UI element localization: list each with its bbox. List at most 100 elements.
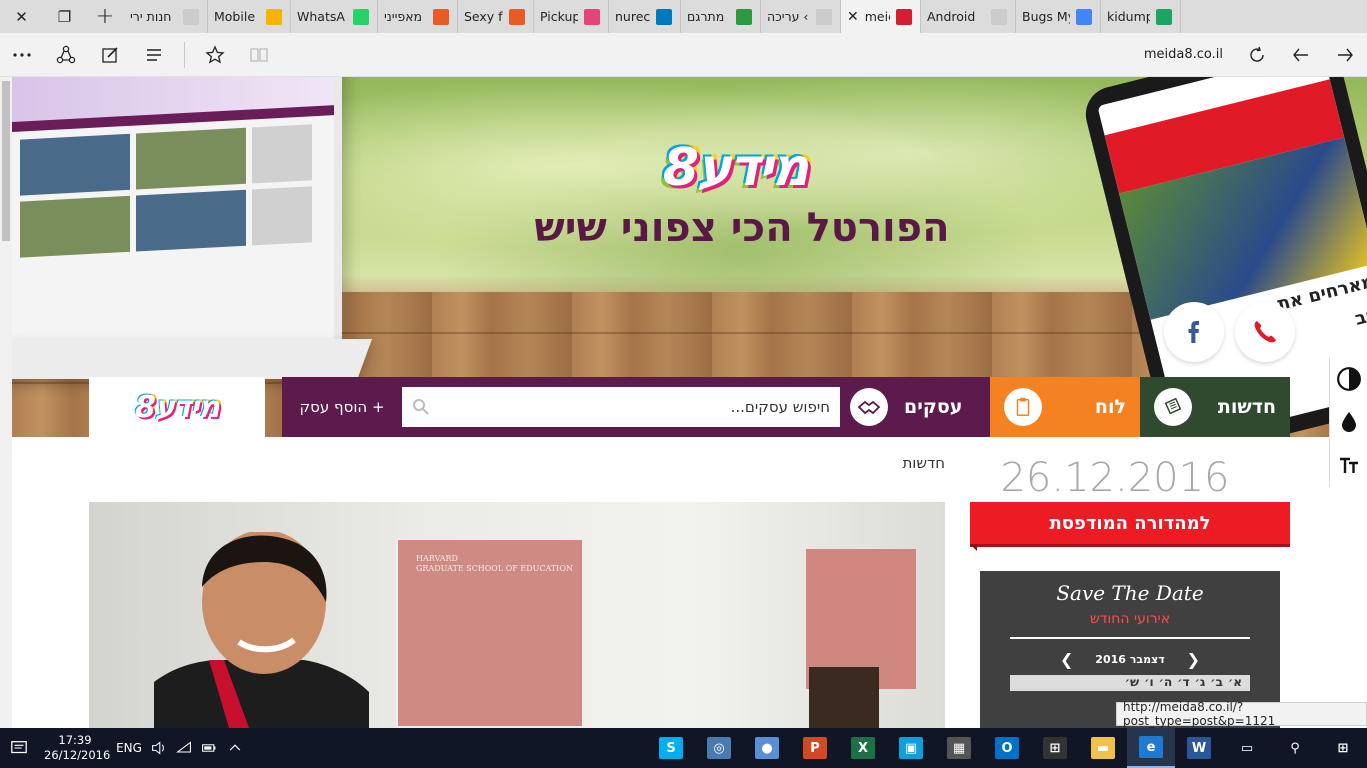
person-photo (154, 532, 369, 728)
chrome-remote-glyph: ● (755, 737, 779, 759)
tab-favicon-icon (353, 8, 369, 25)
input-language[interactable]: ENG (112, 728, 146, 768)
search-icon[interactable]: ⚲ (1271, 728, 1319, 768)
excel-glyph: X (851, 737, 875, 759)
excel-icon[interactable]: X (839, 728, 887, 768)
photos-icon[interactable]: ◎ (695, 728, 743, 768)
start-icon[interactable]: ⊞ (1319, 728, 1367, 768)
clipboard-icon (1004, 388, 1042, 426)
prev-month-icon[interactable]: ❮ (1060, 650, 1073, 669)
browser-tab[interactable]: עריכה ‹ (761, 0, 841, 33)
nav-logo[interactable]: מידע8 (89, 377, 265, 437)
add-business-button[interactable]: + הוסף עסק (292, 398, 392, 416)
word-icon[interactable]: W (1175, 728, 1223, 768)
reading-view-icon[interactable] (237, 33, 281, 77)
calendar-month-label: דצמבר 2016 (1095, 652, 1165, 666)
favorite-star-icon[interactable] (193, 33, 237, 77)
clock-time: 17:39 (58, 733, 92, 747)
notifications-icon[interactable] (0, 728, 38, 768)
nav-news[interactable]: חדשות (1140, 377, 1290, 437)
address-bar[interactable]: meida8.co.il (281, 40, 1235, 70)
tab-favicon-icon (509, 8, 525, 25)
skype-icon[interactable]: S (647, 728, 695, 768)
more-icon[interactable] (0, 33, 44, 77)
tab-title: meic (864, 9, 890, 24)
task-view-glyph: ▭ (1235, 737, 1259, 759)
search-icon[interactable] (412, 398, 430, 416)
facebook-icon[interactable] (1164, 302, 1224, 362)
task-view-icon[interactable]: ▭ (1223, 728, 1271, 768)
browser-tab[interactable]: ✕ meic (841, 0, 921, 33)
weekday-label: ב׳ (1210, 675, 1223, 689)
refresh-icon[interactable] (1235, 33, 1279, 77)
calculator-icon[interactable]: ▦ (935, 728, 983, 768)
browser-tab[interactable]: מתרגם (681, 0, 761, 33)
tab-favicon-icon (584, 8, 600, 25)
powerpoint-icon[interactable]: P (791, 728, 839, 768)
app-blue-icon[interactable]: ▣ (887, 728, 935, 768)
window-close-button[interactable]: ✕ (0, 0, 43, 33)
ink-drop-icon[interactable] (1334, 407, 1364, 437)
close-tab-icon[interactable]: ✕ (847, 9, 859, 25)
next-month-icon[interactable]: ❯ (1187, 650, 1200, 669)
browser-toolbar: meida8.co.il (0, 33, 1367, 77)
business-label[interactable]: עסקים (904, 396, 962, 418)
tab-title: WhatsA (297, 9, 345, 24)
nav-board[interactable]: לוח (990, 377, 1140, 437)
photos-glyph: ◎ (707, 737, 731, 759)
phone-icon[interactable] (1235, 302, 1295, 362)
battery-icon[interactable] (196, 728, 222, 768)
tab-favicon-icon (266, 8, 282, 25)
volume-icon[interactable] (146, 728, 172, 768)
chrome-remote-icon[interactable]: ● (743, 728, 791, 768)
browser-tab[interactable]: kidumpl (1101, 0, 1181, 33)
browser-tab[interactable]: Android (921, 0, 1016, 33)
browser-tab[interactable]: nurecor (609, 0, 681, 33)
print-edition-button[interactable]: למהדורה המודפסת (970, 502, 1290, 551)
back-arrow-icon[interactable] (1279, 33, 1323, 77)
forward-arrow-icon[interactable] (1323, 33, 1367, 77)
text-size-icon[interactable] (1334, 450, 1364, 480)
tab-title: Android (927, 9, 976, 24)
edge-glyph: e (1139, 736, 1163, 758)
article-image[interactable]: HARVARD GRADUATE SCHOOL OF EDUCATION (89, 502, 945, 728)
business-search-input[interactable]: חיפוש עסקים... (402, 387, 840, 427)
tab-favicon-icon (991, 8, 1007, 25)
file-explorer-icon[interactable]: ▬ (1079, 728, 1127, 768)
store-icon[interactable]: ⊞ (1031, 728, 1079, 768)
toolbar-divider (184, 41, 185, 68)
edge-icon[interactable]: e (1127, 728, 1175, 768)
breadcrumb[interactable]: חדשות (885, 454, 945, 472)
page-scrollbar[interactable] (0, 77, 12, 728)
weekday-label: ה׳ (1158, 675, 1173, 689)
contrast-icon[interactable] (1334, 364, 1364, 394)
taskbar-apps: S ◎ ● P X ▣ ▦ O ⊞ ▬ e W ▭ ⚲ ⊞ (647, 728, 1367, 768)
store-glyph: ⊞ (1043, 737, 1067, 759)
new-tab-button[interactable]: + (86, 0, 124, 33)
web-note-icon[interactable] (88, 33, 132, 77)
outlook-icon[interactable]: O (983, 728, 1031, 768)
system-clock[interactable]: 17:39 26/12/2016 (44, 733, 110, 763)
weekday-header: א׳ ב׳ ג׳ ד׳ ה׳ ו׳ ש׳ (1010, 675, 1250, 691)
slide-title: HARVARD (416, 554, 458, 563)
browser-tab[interactable]: WhatsA (291, 0, 378, 33)
window-restore-button[interactable]: ❐ (43, 0, 86, 33)
wifi-icon[interactable] (172, 728, 196, 768)
hub-icon[interactable] (132, 33, 176, 77)
browser-tab[interactable]: מאפייני (378, 0, 458, 33)
browser-tab[interactable]: Sexy fas (458, 0, 534, 33)
skype-glyph: S (659, 737, 683, 759)
tab-title: Sexy fas (464, 9, 503, 24)
browser-tab[interactable]: חנות ירי (124, 0, 208, 33)
site-tagline: הפורטל הכי צפוני שיש (534, 205, 950, 251)
tab-favicon-icon (1076, 8, 1092, 25)
chevron-up-icon[interactable] (222, 728, 248, 768)
browser-tab[interactable]: Mobile (208, 0, 291, 33)
browser-tab[interactable]: Pickup 1 (534, 0, 609, 33)
weekday-label: ג׳ (1194, 675, 1206, 689)
share-icon[interactable] (44, 33, 88, 77)
site-logo[interactable]: מידע8 (635, 137, 835, 199)
save-the-date-title: Save The Date (1056, 581, 1204, 605)
scrollbar-thumb[interactable] (2, 81, 10, 241)
browser-tab[interactable]: Bugs My (1016, 0, 1101, 33)
